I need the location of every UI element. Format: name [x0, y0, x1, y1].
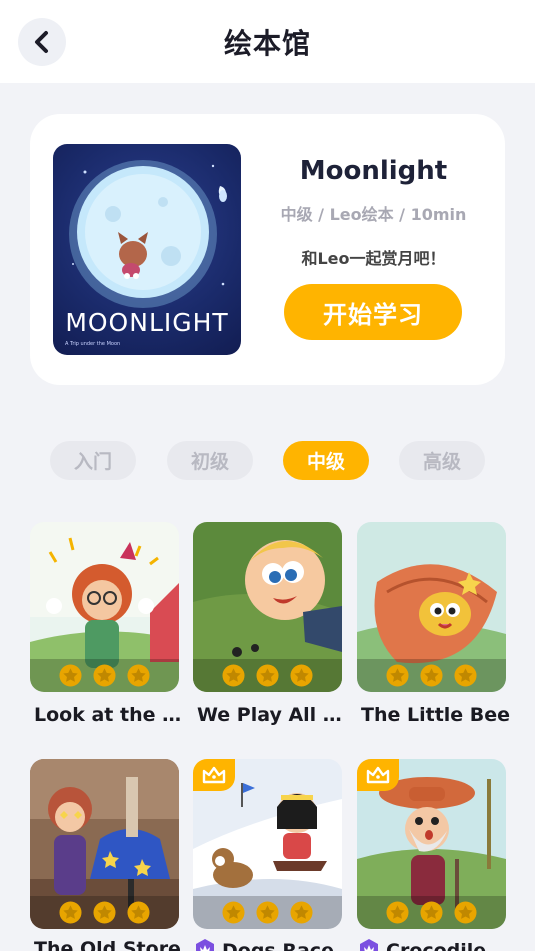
vip-badge-icon [196, 939, 214, 951]
star-icon [222, 901, 245, 924]
star-rating [357, 659, 506, 692]
star-icon [420, 664, 443, 687]
featured-meta: 中级 / Leo绘本 / 10min [280, 205, 467, 224]
star-icon [59, 664, 82, 687]
premium-crown-badge [357, 759, 399, 791]
star-rating [357, 896, 506, 929]
star-rating [193, 896, 342, 929]
top-bar: 绘本馆 [0, 0, 535, 83]
premium-crown-badge [193, 759, 235, 791]
vip-badge-icon [360, 939, 378, 951]
book-title: Dogs Race… [222, 940, 343, 951]
featured-cover-image[interactable]: MOONLIGHT A Trip under the Moon [53, 144, 241, 355]
book-title-row[interactable]: Dogs Race… [194, 938, 343, 951]
level-tab-advanced[interactable]: 高级 [399, 441, 485, 480]
book-title[interactable]: Look at the … [34, 704, 183, 726]
star-icon [454, 664, 477, 687]
cover-subtitle: A Trip under the Moon [65, 341, 121, 347]
book-title-row[interactable]: Crocodile … [358, 938, 507, 951]
featured-title: Moonlight [299, 156, 448, 186]
star-rating [30, 659, 179, 692]
star-icon [420, 901, 443, 924]
featured-book-card[interactable]: MOONLIGHT A Trip under the Moon Moonligh… [30, 114, 505, 385]
level-tab-beginner[interactable]: 入门 [50, 441, 136, 480]
cover-title: MOONLIGHT [65, 308, 229, 337]
book-card[interactable] [30, 759, 179, 929]
crown-icon [202, 766, 226, 784]
book-card[interactable] [193, 759, 342, 929]
book-card[interactable] [357, 759, 506, 929]
star-icon [256, 901, 279, 924]
star-icon [386, 664, 409, 687]
star-icon [454, 901, 477, 924]
featured-description: 和Leo一起赏月吧！ [301, 249, 446, 268]
star-icon [127, 901, 150, 924]
star-icon [386, 901, 409, 924]
star-rating [193, 659, 342, 692]
book-title[interactable]: We Play All … [197, 704, 346, 726]
star-icon [290, 664, 313, 687]
star-rating [30, 896, 179, 929]
level-tab-intermediate[interactable]: 中级 [283, 441, 369, 480]
star-icon [222, 664, 245, 687]
book-card[interactable] [357, 522, 506, 692]
book-title: Crocodile … [386, 940, 507, 951]
crown-icon [366, 766, 390, 784]
level-tab-elementary[interactable]: 初级 [167, 441, 253, 480]
star-icon [290, 901, 313, 924]
book-title[interactable]: The Little Bees! [361, 704, 510, 726]
page-title: 绘本馆 [223, 27, 311, 60]
book-title[interactable]: The Old Store! [34, 938, 183, 951]
star-icon [256, 664, 279, 687]
book-card[interactable] [30, 522, 179, 692]
book-card[interactable] [193, 522, 342, 692]
start-learning-button[interactable]: 开始学习 [284, 284, 462, 340]
star-icon [93, 664, 116, 687]
star-icon [93, 901, 116, 924]
star-icon [127, 664, 150, 687]
star-icon [59, 901, 82, 924]
